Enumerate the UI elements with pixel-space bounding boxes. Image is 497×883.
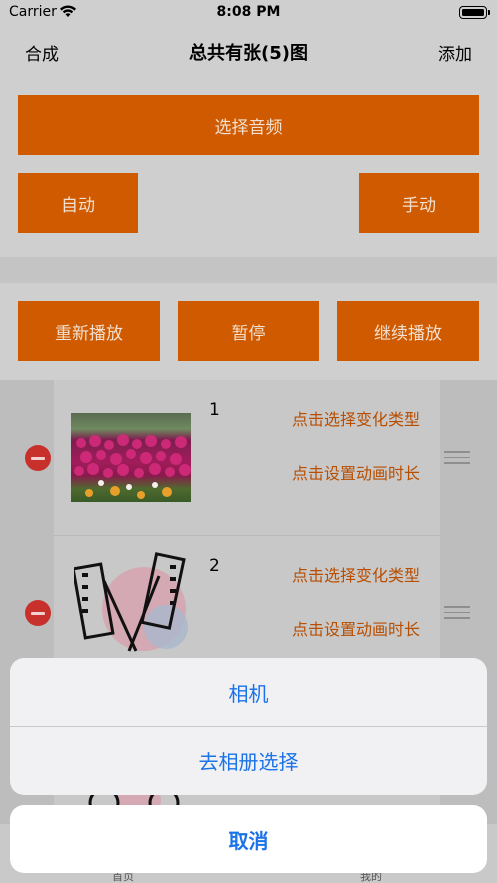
battery-icon: [459, 6, 490, 19]
reorder-handle-icon[interactable]: [444, 451, 470, 465]
photo-thumbnail: [71, 413, 191, 502]
cancel-button[interactable]: 取消: [10, 805, 487, 873]
section-divider: [0, 257, 497, 283]
film-scissors-icon: [74, 552, 188, 652]
add-button[interactable]: 添加: [438, 40, 472, 65]
list-item: 1 点击选择变化类型 点击设置动画时长: [54, 380, 440, 535]
status-bar: Carrier 8:08 PM: [0, 0, 497, 26]
page-title: 总共有张(5)图: [189, 43, 308, 64]
delete-row-1-button[interactable]: [25, 445, 51, 471]
select-transition-link[interactable]: 点击选择变化类型: [292, 406, 420, 430]
pause-button[interactable]: 暂停: [178, 301, 319, 361]
select-transition-link[interactable]: 点击选择变化类型: [292, 562, 420, 586]
flowers-image: [74, 434, 191, 499]
row-index: 1: [209, 400, 220, 420]
manual-button[interactable]: 手动: [359, 173, 479, 233]
set-duration-link[interactable]: 点击设置动画时长: [292, 460, 420, 484]
set-duration-link[interactable]: 点击设置动画时长: [292, 616, 420, 640]
reorder-handle-icon[interactable]: [444, 606, 470, 620]
action-sheet: 相机 去相册选择: [10, 658, 487, 795]
choose-from-album-option[interactable]: 去相册选择: [10, 726, 487, 794]
navigation-bar: 合成 总共有张(5)图 添加: [0, 26, 497, 76]
auto-button[interactable]: 自动: [18, 173, 138, 233]
clock: 8:08 PM: [216, 4, 281, 20]
replay-button[interactable]: 重新播放: [18, 301, 160, 361]
delete-row-2-button[interactable]: [25, 600, 51, 626]
row-index: 2: [209, 556, 220, 576]
continue-button[interactable]: 继续播放: [337, 301, 479, 361]
select-audio-button[interactable]: 选择音频: [18, 95, 479, 155]
camera-option[interactable]: 相机: [10, 658, 487, 726]
